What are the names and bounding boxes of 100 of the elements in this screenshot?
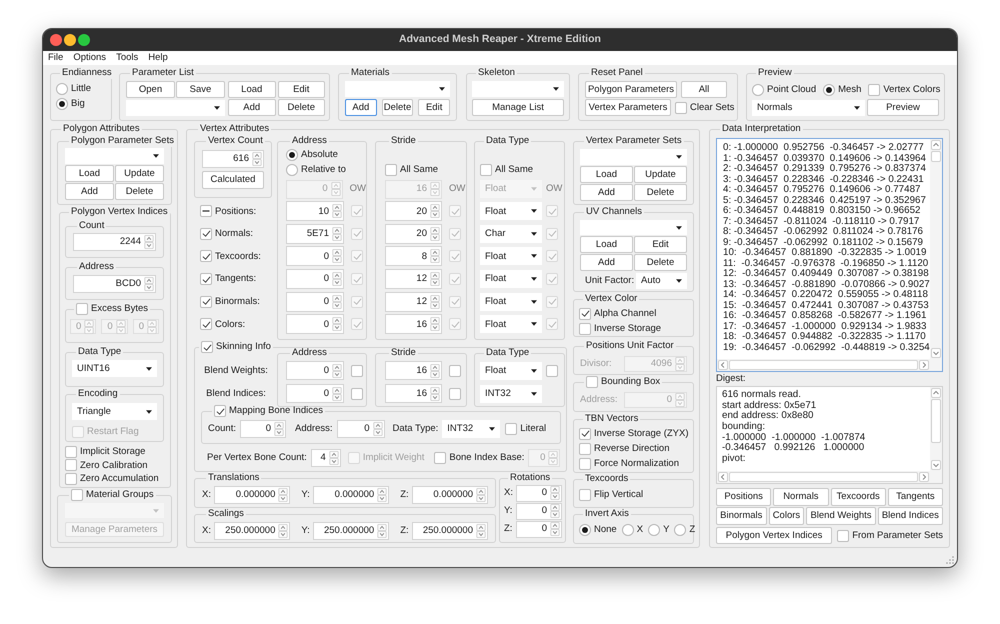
stepper-icon[interactable] bbox=[550, 522, 560, 536]
checkbox[interactable]: Implicit Storage bbox=[65, 446, 146, 458]
stepper-icon[interactable] bbox=[332, 386, 342, 400]
spin-field[interactable]: 2244 bbox=[73, 233, 156, 251]
checkbox[interactable]: Reverse Direction bbox=[579, 442, 670, 454]
list-row[interactable]: 9: -0.346457 -0.062992 0.181102 -> 0.15679 bbox=[723, 238, 924, 248]
dropdown[interactable]: Float bbox=[480, 315, 542, 334]
list-row[interactable]: 7: -0.346457 -0.811024 -0.118110 -> 0.7917 bbox=[723, 216, 920, 227]
checkbox[interactable]: Skinning Info bbox=[201, 341, 271, 353]
chevron-right-icon[interactable] bbox=[919, 360, 929, 370]
menu-item[interactable]: Options bbox=[73, 53, 106, 63]
checkbox[interactable]: Zero Calibration bbox=[65, 459, 148, 472]
checkbox[interactable]: Vertex Colors bbox=[868, 84, 940, 96]
dropdown[interactable]: Auto bbox=[636, 272, 687, 288]
scrollbar-thumb[interactable] bbox=[931, 151, 941, 162]
push-button[interactable]: Positions bbox=[716, 488, 772, 506]
stepper-icon[interactable] bbox=[550, 504, 560, 518]
push-button[interactable]: Delete bbox=[634, 184, 687, 201]
push-button[interactable]: Add bbox=[65, 183, 114, 200]
stepper-icon[interactable] bbox=[332, 226, 342, 241]
spin-field[interactable]: 20 bbox=[385, 224, 442, 244]
dropdown[interactable]: Float bbox=[480, 202, 542, 220]
scrollbar-thumb[interactable] bbox=[931, 399, 941, 443]
menu-item[interactable]: File bbox=[48, 53, 64, 63]
push-button[interactable]: Normals bbox=[773, 488, 828, 506]
stepper-icon[interactable] bbox=[430, 272, 440, 286]
spin-field[interactable]: 0 bbox=[516, 520, 562, 538]
maximize-icon[interactable] bbox=[78, 34, 90, 46]
horizontal-scrollbar[interactable] bbox=[717, 471, 942, 483]
stepper-icon[interactable] bbox=[372, 422, 382, 436]
checkbox[interactable] bbox=[449, 388, 461, 400]
spin-field[interactable]: 250.000000 bbox=[412, 522, 488, 540]
spin-field[interactable]: 0 bbox=[286, 384, 344, 403]
dropdown[interactable] bbox=[126, 100, 225, 116]
stepper-icon[interactable] bbox=[430, 386, 440, 400]
push-button[interactable]: Blend Weights bbox=[806, 507, 876, 525]
spin-field[interactable]: 12 bbox=[385, 269, 442, 290]
push-button[interactable]: Blend Indices bbox=[878, 507, 944, 525]
resize-grip-icon[interactable] bbox=[946, 556, 954, 564]
stepper-icon[interactable] bbox=[144, 277, 154, 291]
spin-field[interactable]: 20 bbox=[385, 201, 442, 222]
checkbox[interactable]: Inverse Storage (ZYX) bbox=[579, 428, 689, 440]
stepper-icon[interactable] bbox=[430, 317, 440, 332]
list-row[interactable]: 13: -0.346457 -0.881890 -0.070866 -> 0.9027 bbox=[723, 280, 930, 290]
checkbox[interactable]: Texcoords: bbox=[200, 250, 261, 262]
stepper-icon[interactable] bbox=[332, 249, 342, 264]
spin-field[interactable]: 16 bbox=[385, 314, 442, 334]
stepper-icon[interactable] bbox=[252, 152, 262, 166]
spin-field[interactable]: 0 bbox=[516, 502, 562, 520]
chevron-right-icon[interactable] bbox=[919, 472, 929, 482]
spin-field[interactable]: 12 bbox=[385, 292, 442, 312]
chevron-down-icon[interactable] bbox=[931, 348, 941, 358]
chevron-up-icon[interactable] bbox=[931, 388, 941, 398]
checkbox[interactable]: Alpha Channel bbox=[579, 308, 656, 320]
push-button[interactable]: Add bbox=[580, 184, 633, 201]
radio-button[interactable]: X bbox=[622, 524, 644, 536]
list-row[interactable]: 12: -0.346457 0.409449 0.307087 -> 0.38198 bbox=[723, 269, 929, 280]
push-button[interactable]: Polygon Parameters bbox=[585, 81, 677, 98]
list-row[interactable]: 14: -0.346457 0.220472 0.559055 -> 0.48118 bbox=[723, 290, 928, 300]
spin-field[interactable]: 0 bbox=[336, 420, 384, 438]
spin-field[interactable]: 0.000000 bbox=[214, 486, 290, 504]
minimize-icon[interactable] bbox=[64, 34, 76, 46]
checkbox[interactable]: From Parameter Sets bbox=[837, 530, 943, 542]
push-button[interactable]: Edit bbox=[634, 236, 687, 253]
checkbox[interactable] bbox=[351, 364, 363, 376]
list-row[interactable]: 10: -0.346457 0.881890 -0.322835 -> 1.0019 bbox=[723, 248, 926, 258]
checkbox[interactable]: Flip Vertical bbox=[579, 489, 644, 501]
stepper-icon[interactable] bbox=[476, 524, 486, 538]
checkbox[interactable]: Material Groups bbox=[71, 489, 154, 501]
push-button[interactable]: Open bbox=[126, 81, 175, 98]
dropdown[interactable]: UINT16 bbox=[72, 360, 157, 377]
push-button[interactable]: Delete bbox=[115, 183, 164, 200]
stepper-icon[interactable] bbox=[332, 364, 342, 378]
spin-field[interactable]: 16 bbox=[385, 361, 442, 380]
dropdown[interactable]: INT32 bbox=[480, 384, 542, 402]
push-button[interactable]: Texcoords bbox=[830, 488, 886, 506]
push-button[interactable]: Save bbox=[176, 81, 225, 98]
spin-field[interactable]: 8 bbox=[385, 246, 442, 266]
dropdown[interactable]: Float bbox=[480, 292, 542, 311]
radio-button[interactable]: Z bbox=[674, 524, 696, 536]
checkbox[interactable]: All Same bbox=[385, 164, 438, 176]
spin-field[interactable]: 10 bbox=[286, 201, 344, 222]
spin-field[interactable]: 5E71 bbox=[286, 224, 344, 244]
list-row[interactable]: 4: -0.346457 0.795276 0.149606 -> 0.77487 bbox=[723, 185, 920, 196]
chevron-left-icon[interactable] bbox=[718, 360, 728, 370]
stepper-icon[interactable] bbox=[430, 294, 440, 309]
dropdown[interactable]: Float bbox=[480, 362, 542, 380]
list-row[interactable]: 19: -0.346457 -0.062992 -0.448819 -> 0.3254 bbox=[723, 342, 930, 353]
stepper-icon[interactable] bbox=[332, 317, 342, 332]
list-row[interactable]: 6: -0.346457 0.448819 0.803150 -> 0.96652 bbox=[723, 206, 920, 216]
spin-field[interactable]: 0.000000 bbox=[412, 486, 488, 504]
push-button[interactable]: Delete bbox=[634, 254, 687, 271]
push-button[interactable]: Load bbox=[228, 81, 276, 98]
push-button[interactable]: Delete bbox=[382, 99, 414, 116]
checkbox[interactable]: Colors: bbox=[200, 318, 246, 330]
menu-item[interactable]: Tools bbox=[116, 53, 138, 63]
checkbox[interactable]: Binormals: bbox=[200, 296, 260, 308]
push-button[interactable]: Binormals bbox=[716, 507, 767, 525]
scrollbar-thumb[interactable] bbox=[729, 472, 918, 482]
radio-button[interactable]: Point Cloud bbox=[752, 84, 816, 96]
